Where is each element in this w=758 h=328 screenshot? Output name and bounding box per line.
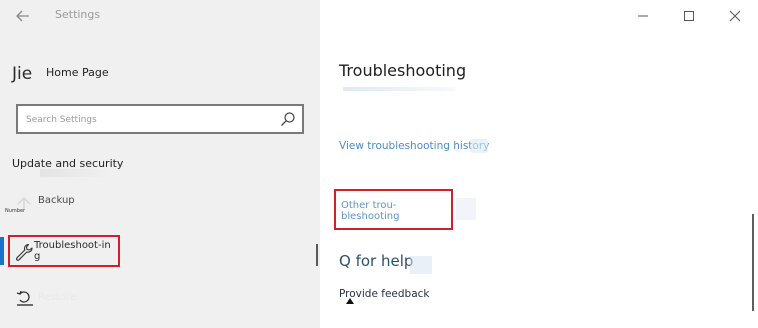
search-input[interactable] (24, 110, 268, 130)
scrollbar[interactable] (752, 214, 754, 311)
sidebar-item-troubleshooting[interactable]: Troubleshoot-ing (8, 235, 120, 267)
sidebar-item-backup[interactable]: Backup (16, 193, 196, 213)
minimize-icon (638, 15, 648, 17)
search-box[interactable] (16, 104, 304, 134)
faded-text-artifact (456, 198, 476, 220)
faded-text-artifact (410, 256, 432, 274)
number-label: Number (5, 208, 26, 214)
sidebar-item-label: Restore (38, 292, 76, 303)
search-icon[interactable] (280, 111, 296, 127)
other-troubleshooting-link[interactable]: Other trou-bleshooting (334, 189, 453, 230)
restore-icon (16, 290, 33, 306)
back-arrow-icon (16, 10, 29, 22)
mouse-cursor-icon (346, 298, 354, 304)
home-page-link[interactable]: Home Page (46, 66, 109, 79)
sidebar-item-label: Troubleshoot-ing (34, 240, 111, 262)
wrench-icon (16, 243, 33, 261)
sidebar-item-restore[interactable]: Restore (16, 289, 196, 309)
user-name: Jie (12, 64, 33, 84)
active-indicator (0, 237, 4, 265)
view-history-link[interactable]: View troubleshooting history (339, 140, 489, 152)
sidebar-item-label: Backup (38, 195, 75, 206)
close-icon (729, 10, 741, 22)
scroll-indicator (316, 244, 318, 266)
other-troubleshooting-label: Other trou-bleshooting (341, 200, 400, 222)
back-button[interactable] (10, 5, 36, 27)
faded-text-artifact (40, 169, 110, 177)
faded-text-artifact (470, 139, 488, 153)
maximize-icon (684, 11, 694, 21)
window-title: Settings (55, 8, 101, 21)
window-controls (620, 0, 758, 32)
page-title: Troubleshooting (339, 61, 467, 80)
maximize-button[interactable] (666, 0, 712, 32)
minimize-button[interactable] (620, 0, 666, 32)
sidebar: Settings Jie Home Page Update and securi… (0, 0, 320, 328)
close-button[interactable] (712, 0, 758, 32)
faded-text-artifact (343, 87, 455, 91)
help-heading: Q for help (339, 252, 414, 270)
